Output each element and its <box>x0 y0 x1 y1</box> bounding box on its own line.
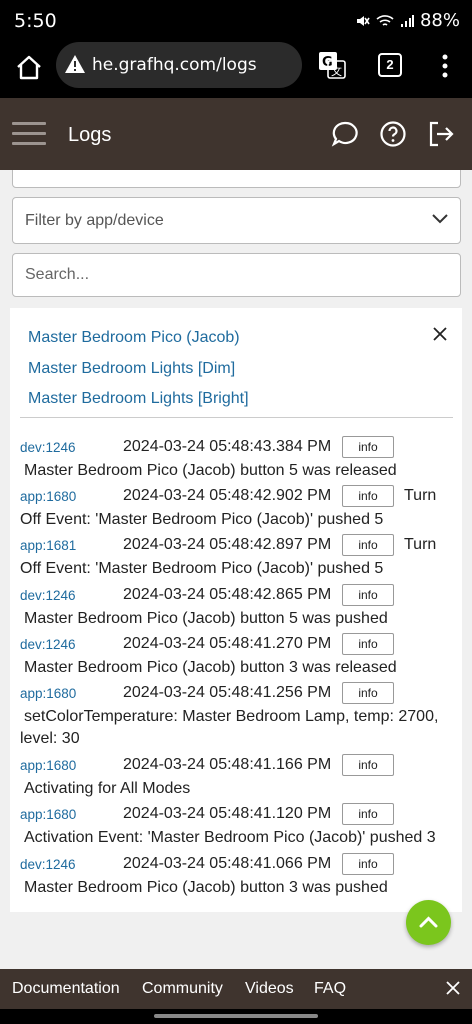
close-icon[interactable] <box>446 981 460 995</box>
top-panel <box>12 170 461 188</box>
chevron-up-icon <box>419 916 438 928</box>
log-timestamp: 2024-03-24 05:48:42.865 PM <box>123 586 332 603</box>
log-message-start: Turn <box>404 536 437 553</box>
footer-link-videos[interactable]: Videos <box>245 980 294 998</box>
selected-device-link[interactable]: Master Bedroom Pico (Jacob) <box>28 329 240 347</box>
page-title: Logs <box>68 124 112 146</box>
log-level-badge: info <box>342 754 394 776</box>
footer-link-faq[interactable]: FAQ <box>314 980 346 998</box>
log-timestamp: 2024-03-24 05:48:42.902 PM <box>123 487 332 504</box>
close-icon[interactable] <box>432 326 448 342</box>
filter-select[interactable]: Filter by app/device <box>12 197 461 244</box>
browser-toolbar: he.grafhq.com/logs G文 2 <box>0 42 472 98</box>
log-timestamp: 2024-03-24 05:48:42.897 PM <box>123 536 332 553</box>
svg-text:文: 文 <box>331 64 342 78</box>
url-text: he.grafhq.com/logs <box>92 55 257 75</box>
footer-link-documentation[interactable]: Documentation <box>12 980 120 998</box>
system-nav-bar <box>0 1009 472 1024</box>
log-message: Activating for All Modes <box>24 780 191 797</box>
footer-bar: Documentation Community Videos FAQ <box>0 969 472 1009</box>
chat-icon[interactable] <box>331 120 359 148</box>
log-source-link[interactable]: app:1680 <box>20 489 76 504</box>
log-level-badge: info <box>342 534 394 556</box>
log-timestamp: 2024-03-24 05:48:41.256 PM <box>123 684 332 701</box>
status-bar: 5:50 88% <box>0 0 472 42</box>
scroll-top-button[interactable] <box>406 900 451 945</box>
log-timestamp: 2024-03-24 05:48:43.384 PM <box>123 438 332 455</box>
log-message: Master Bedroom Pico (Jacob) button 5 was… <box>24 610 388 627</box>
log-message: Master Bedroom Pico (Jacob) button 3 was… <box>24 879 388 896</box>
log-source-link[interactable]: dev:1246 <box>20 588 76 603</box>
log-message: Off Event: 'Master Bedroom Pico (Jacob)'… <box>20 560 384 577</box>
wifi-icon <box>376 14 394 26</box>
translate-icon[interactable]: G文 <box>318 51 346 79</box>
log-source-link[interactable]: dev:1246 <box>20 440 76 455</box>
status-time: 5:50 <box>14 10 57 32</box>
app-header: Logs <box>0 98 472 170</box>
log-level-badge: info <box>342 633 394 655</box>
log-level-badge: info <box>342 682 394 704</box>
filter-placeholder: Filter by app/device <box>25 212 164 229</box>
more-vert-icon[interactable] <box>436 52 454 80</box>
log-level-badge: info <box>342 853 394 875</box>
selected-device-link[interactable]: Master Bedroom Lights [Bright] <box>28 390 249 408</box>
battery-percent: 88% <box>419 10 460 31</box>
log-timestamp: 2024-03-24 05:48:41.066 PM <box>123 855 332 872</box>
selected-device-link[interactable]: Master Bedroom Lights [Dim] <box>28 360 235 378</box>
log-source-link[interactable]: app:1680 <box>20 807 76 822</box>
log-source-link[interactable]: dev:1246 <box>20 857 76 872</box>
mute-icon <box>356 15 370 26</box>
address-bar[interactable]: he.grafhq.com/logs <box>56 42 302 88</box>
signal-icon <box>400 14 414 27</box>
log-source-link[interactable]: app:1680 <box>20 686 76 701</box>
log-source-link[interactable]: app:1680 <box>20 758 76 773</box>
log-message: Activation Event: 'Master Bedroom Pico (… <box>24 829 436 846</box>
log-message-start: Turn <box>404 487 437 504</box>
log-card: Master Bedroom Pico (Jacob) Master Bedro… <box>10 308 462 912</box>
status-icons: 88% <box>354 10 460 31</box>
divider <box>20 417 453 418</box>
log-message: Off Event: 'Master Bedroom Pico (Jacob)'… <box>20 511 384 528</box>
log-level-badge: info <box>342 584 394 606</box>
footer-link-community[interactable]: Community <box>142 980 223 998</box>
log-message: Master Bedroom Pico (Jacob) button 3 was… <box>24 659 397 676</box>
log-message: Master Bedroom Pico (Jacob) button 5 was… <box>24 462 397 479</box>
logs-content: Filter by app/device Master Bedroom Pico… <box>0 170 472 969</box>
log-timestamp: 2024-03-24 05:48:41.270 PM <box>123 635 332 652</box>
log-timestamp: 2024-03-24 05:48:41.166 PM <box>123 756 332 773</box>
chevron-down-icon <box>432 214 448 224</box>
tab-count-button[interactable]: 2 <box>378 53 402 77</box>
log-source-link[interactable]: app:1681 <box>20 538 76 553</box>
log-timestamp: 2024-03-24 05:48:41.120 PM <box>123 805 332 822</box>
warning-icon[interactable] <box>64 54 86 74</box>
log-level-badge: info <box>342 803 394 825</box>
log-level-badge: info <box>342 485 394 507</box>
log-message: setColorTemperature: Master Bedroom Lamp… <box>20 708 439 747</box>
search-input[interactable] <box>12 253 461 297</box>
log-level-badge: info <box>342 436 394 458</box>
menu-icon[interactable] <box>12 122 46 146</box>
help-icon[interactable] <box>379 120 407 148</box>
home-icon[interactable] <box>14 53 44 83</box>
home-gesture-handle[interactable] <box>154 1014 318 1018</box>
log-source-link[interactable]: dev:1246 <box>20 637 76 652</box>
logout-icon[interactable] <box>427 120 455 148</box>
